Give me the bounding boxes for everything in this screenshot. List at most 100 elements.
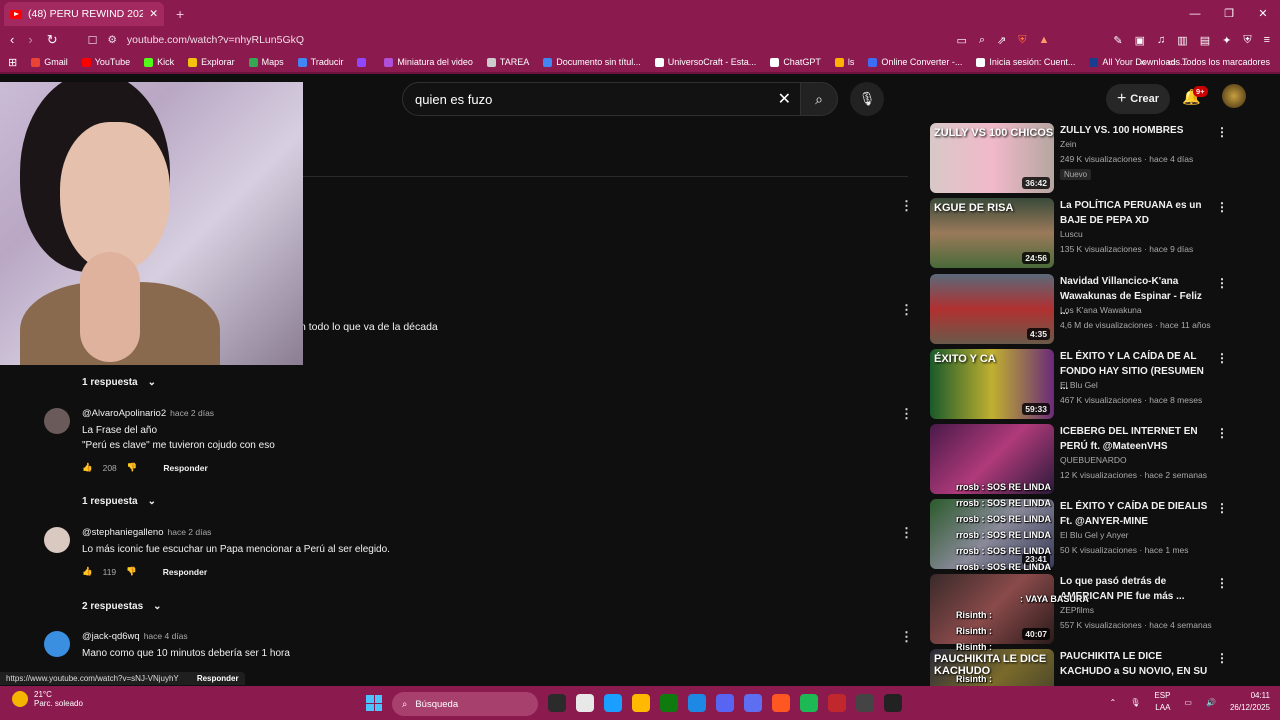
taskbar-app-icon[interactable]: [604, 694, 622, 712]
brave-rewards-icon[interactable]: ▲: [1039, 34, 1050, 47]
taskbar-app-icon[interactable]: [548, 694, 566, 712]
video-channel[interactable]: El Blu Gel y Anyer: [1060, 530, 1129, 540]
bookmark-item[interactable]: Miniatura del video: [384, 57, 473, 67]
clear-search-icon[interactable]: ✕: [778, 89, 791, 109]
video-menu-icon[interactable]: ⋮: [1216, 125, 1228, 139]
search-box[interactable]: quien es fuzo ✕: [402, 82, 802, 116]
replies-toggle[interactable]: 1 respuesta ⌄: [82, 377, 156, 388]
weather-widget[interactable]: 21°C Parc. soleado: [12, 690, 83, 708]
comment-menu-icon[interactable]: ⋮: [900, 198, 913, 214]
mic-icon[interactable]: 🎙: [1130, 698, 1140, 707]
replies-toggle[interactable]: 2 respuestas ⌄: [82, 601, 162, 612]
search-input[interactable]: quien es fuzo: [415, 92, 492, 107]
bookmark-item[interactable]: ChatGPT: [770, 57, 821, 67]
like-icon[interactable]: 👍: [82, 566, 93, 577]
taskbar-app-icon[interactable]: [576, 694, 594, 712]
replies-toggle[interactable]: 1 respuesta ⌄: [82, 496, 156, 507]
bookmark-star-icon[interactable]: ☐: [88, 34, 98, 47]
site-info-icon[interactable]: ⚙: [107, 34, 116, 46]
video-item[interactable]: KGUE DE RISA 24:56 La POLÍTICA PERUANA es …: [930, 198, 1260, 268]
taskbar-app-icon[interactable]: [744, 694, 762, 712]
close-window-button[interactable]: ✕: [1246, 0, 1280, 28]
screenshot-icon[interactable]: ▣: [1135, 34, 1145, 47]
create-button[interactable]: + Crear: [1106, 84, 1170, 114]
comment-author[interactable]: @AlvaroApolinario2: [82, 408, 166, 419]
apps-grid-icon[interactable]: ⊞: [8, 56, 17, 69]
comment-author[interactable]: @jack-qd6wq: [82, 631, 140, 642]
maximize-button[interactable]: ❐: [1212, 0, 1246, 28]
taskbar-app-icon[interactable]: [800, 694, 818, 712]
volume-icon[interactable]: 🔊: [1206, 698, 1216, 707]
sidebar-icon[interactable]: ▥: [1177, 34, 1187, 47]
video-thumbnail[interactable]: 40:07: [930, 574, 1054, 644]
video-title[interactable]: EL ÉXITO Y CAÍDA DE DIEALIS Ft. @ANYER-M…: [1060, 499, 1210, 529]
bookmark-item[interactable]: Documento sin títul...: [543, 57, 641, 67]
all-bookmarks-button[interactable]: Todos los marcadores: [1182, 57, 1270, 67]
music-icon[interactable]: ♫: [1157, 34, 1165, 47]
search-button[interactable]: ⌕: [800, 82, 838, 116]
video-menu-icon[interactable]: ⋮: [1216, 351, 1228, 365]
reply-button[interactable]: Responder: [163, 463, 207, 473]
bookmark-item[interactable]: Traducir: [297, 57, 343, 67]
taskbar-app-icon[interactable]: [884, 694, 902, 712]
vpn-icon[interactable]: ⛨: [1243, 34, 1251, 47]
taskbar-app-icon[interactable]: [632, 694, 650, 712]
reply-button[interactable]: Responder: [197, 674, 239, 683]
bookmarks-more-button[interactable]: »: [1140, 57, 1145, 67]
bookmark-item[interactable]: ls: [834, 57, 854, 67]
bookmark-item[interactable]: Kick: [144, 57, 174, 67]
bookmark-item[interactable]: Maps: [248, 57, 284, 67]
bookmark-item[interactable]: Explorar: [188, 57, 235, 67]
video-thumbnail[interactable]: ÉXITO Y CA 59:33: [930, 349, 1054, 419]
like-icon[interactable]: 👍: [82, 462, 93, 473]
zoom-icon[interactable]: ⌕: [979, 34, 985, 47]
video-title[interactable]: ZULLY VS. 100 HOMBRES: [1060, 123, 1210, 138]
taskbar-app-icon[interactable]: [716, 694, 734, 712]
video-menu-icon[interactable]: ⋮: [1216, 576, 1228, 590]
wallet-icon[interactable]: ▤: [1200, 34, 1210, 47]
bookmark-item[interactable]: [357, 57, 370, 67]
comment-menu-icon[interactable]: ⋮: [900, 525, 913, 541]
video-thumbnail[interactable]: 4:35: [930, 274, 1054, 344]
video-channel[interactable]: ZEPfilms: [1060, 605, 1094, 615]
reload-icon[interactable]: ↻: [47, 32, 58, 48]
voice-search-button[interactable]: 🎙: [850, 82, 884, 116]
share-icon[interactable]: ⇗: [997, 34, 1006, 47]
bookmark-item[interactable]: YouTube: [81, 57, 130, 67]
comment-menu-icon[interactable]: ⋮: [900, 406, 913, 422]
video-thumbnail[interactable]: PAUCHIKITA LE DICE KACHUDO: [930, 649, 1054, 686]
comment-author[interactable]: @stephaniegalleno: [82, 527, 163, 538]
video-thumbnail[interactable]: ZULLY VS 100 CHICOS 36:42: [930, 123, 1054, 193]
video-item[interactable]: ZULLY VS 100 CHICOS 36:42 ZULLY VS. 100 HO…: [930, 123, 1260, 193]
video-title[interactable]: ICEBERG DEL INTERNET EN PERÚ ft. @Mateen…: [1060, 424, 1210, 454]
video-menu-icon[interactable]: ⋮: [1216, 426, 1228, 440]
video-menu-icon[interactable]: ⋮: [1216, 200, 1228, 214]
dislike-icon[interactable]: 👎: [126, 566, 137, 577]
video-item[interactable]: ÉXITO Y CA 59:33 EL ÉXITO Y LA CAÍDA DE AL…: [930, 349, 1260, 419]
cast-icon[interactable]: ▭: [956, 34, 966, 47]
video-menu-icon[interactable]: ⋮: [1216, 651, 1228, 665]
back-icon[interactable]: ‹: [10, 32, 14, 48]
menu-icon[interactable]: ≡: [1264, 34, 1270, 47]
windows-start-icon[interactable]: [366, 695, 382, 711]
video-channel[interactable]: Luscu: [1060, 229, 1083, 239]
taskbar-app-icon[interactable]: [772, 694, 790, 712]
language-indicator[interactable]: ESP LAA: [1154, 690, 1170, 714]
clock[interactable]: 04:11 26/12/2025: [1230, 690, 1270, 714]
video-channel[interactable]: Los K'ana Wawakuna: [1060, 305, 1142, 315]
minimize-button[interactable]: —: [1178, 0, 1212, 28]
taskbar-search[interactable]: ⌕ Búsqueda: [392, 692, 538, 716]
network-icon[interactable]: ▭: [1184, 698, 1192, 707]
chevron-up-icon[interactable]: ⌃: [1110, 698, 1117, 707]
bookmark-item[interactable]: Gmail: [31, 57, 68, 67]
account-avatar[interactable]: [1222, 84, 1246, 108]
bookmark-item[interactable]: TAREA: [486, 57, 529, 67]
bookmark-item[interactable]: UniversoCraft - Esta...: [654, 57, 756, 67]
taskbar-app-icon[interactable]: [660, 694, 678, 712]
video-title[interactable]: PAUCHIKITA LE DICE KACHUDO a SU NOVIO, E…: [1060, 649, 1210, 686]
comment-menu-icon[interactable]: ⋮: [900, 629, 913, 645]
brave-shield-icon[interactable]: ⛨: [1018, 34, 1026, 47]
avatar[interactable]: [44, 527, 70, 553]
dislike-icon[interactable]: 👎: [127, 462, 138, 473]
extensions-icon[interactable]: ✎: [1113, 34, 1122, 47]
